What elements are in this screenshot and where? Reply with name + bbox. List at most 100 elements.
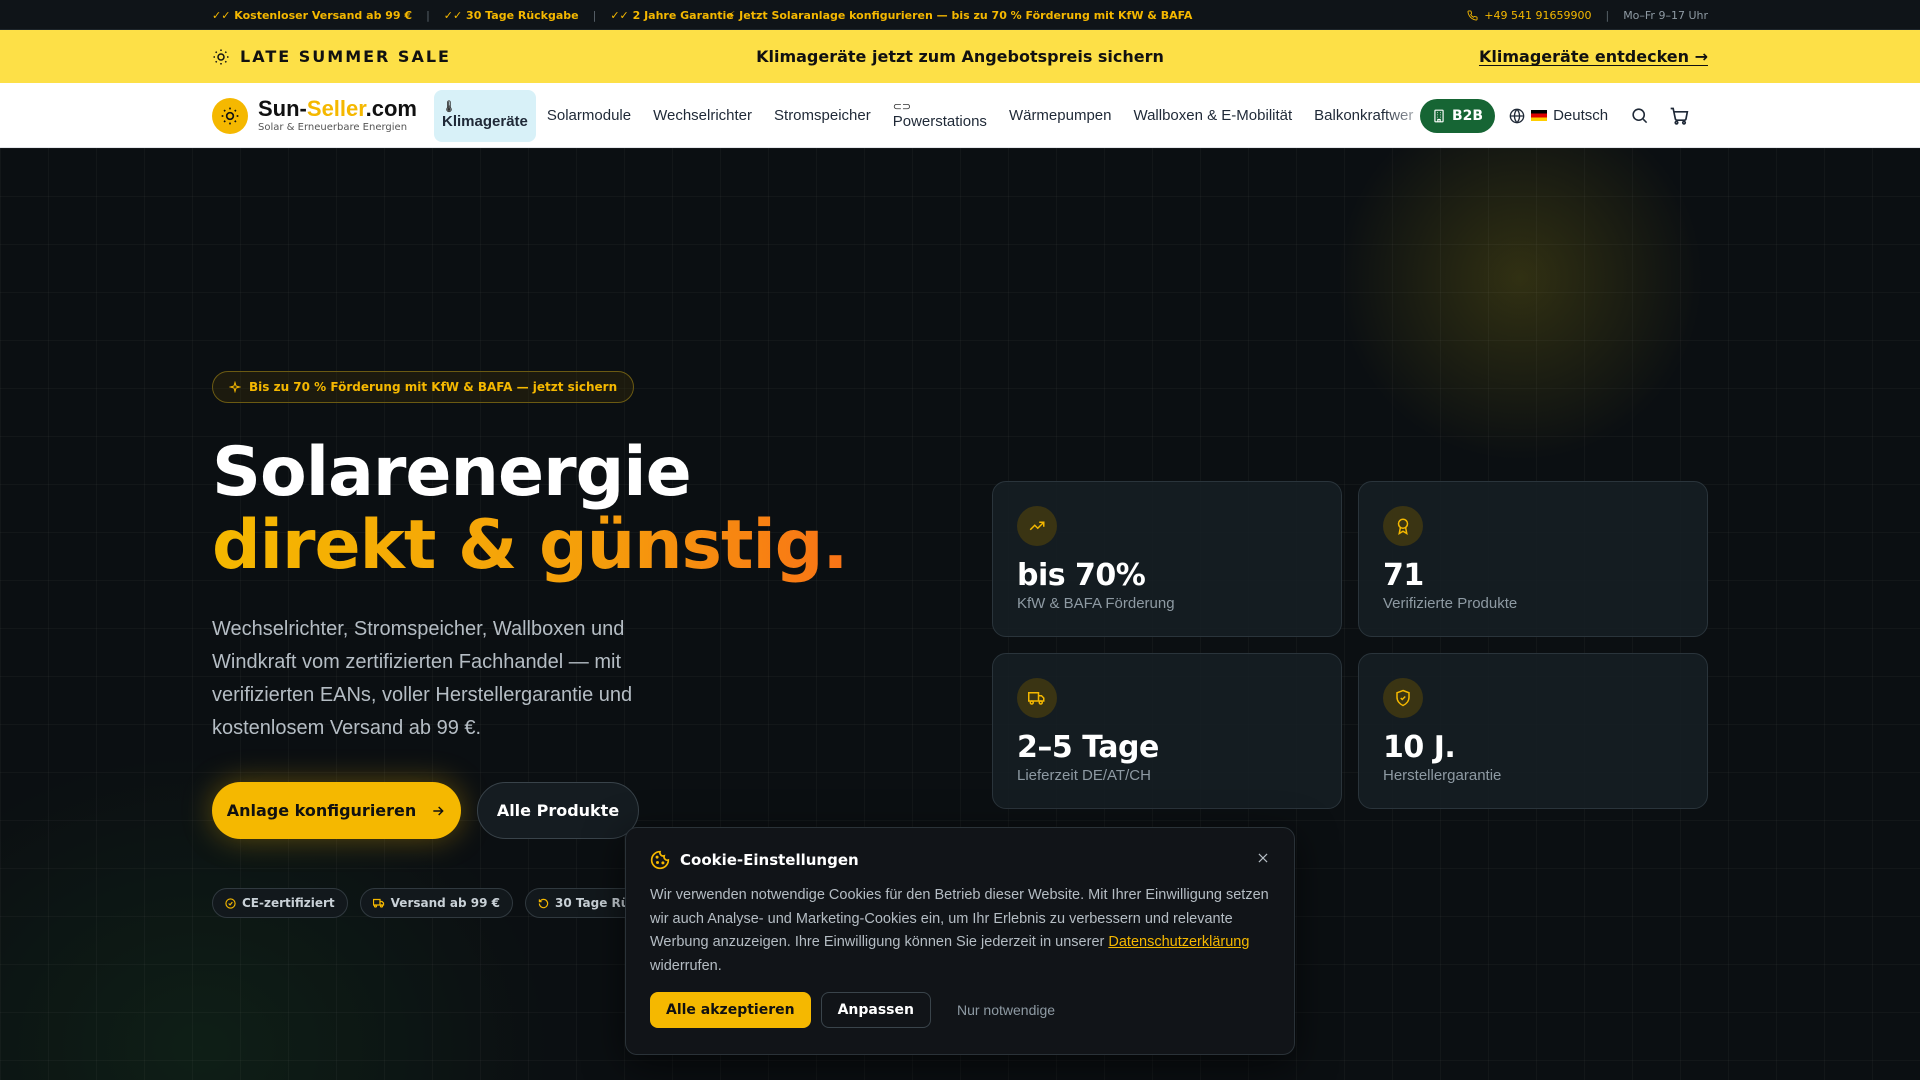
perk-free-shipping: ✓✓ Kostenloser Versand ab 99 € bbox=[212, 8, 413, 22]
chip-label: Versand ab 99 € bbox=[390, 896, 501, 910]
stat-value: 10 J. bbox=[1383, 730, 1456, 765]
cookie-close-button[interactable] bbox=[1256, 850, 1270, 869]
cookie-text-end: widerrufen. bbox=[650, 957, 722, 974]
top-info-bar: ✓✓ Kostenloser Versand ab 99 € | ✓✓ 30 T… bbox=[0, 0, 1920, 30]
nav-item-stromspeicher[interactable]: Stromspeicher bbox=[763, 90, 882, 142]
logo-wordmark: Sun-Seller.com bbox=[258, 98, 417, 120]
nav-item-wechselrichter[interactable]: Wechselrichter bbox=[642, 90, 763, 142]
hero-lead-text: Wechselrichter, Stromspeicher, Wallboxen… bbox=[212, 618, 633, 739]
stat-label: Verifizierte Produkte bbox=[1383, 595, 1518, 612]
cart-button[interactable] bbox=[1669, 106, 1689, 126]
cookie-dialog: Cookie-Einstellungen Wir verwenden notwe… bbox=[625, 827, 1295, 1055]
nav-item-label: Balkonkraftwerke bbox=[1314, 107, 1414, 124]
logo-name-part: .com bbox=[365, 96, 417, 121]
stat-card-products: 71 Verifizierte Produkte bbox=[1358, 481, 1708, 637]
opening-hours: Mo–Fr 9–17 Uhr bbox=[1623, 8, 1708, 22]
sun-icon bbox=[213, 49, 229, 64]
stat-card-warranty: 10 J. Herstellergarantie bbox=[1358, 653, 1708, 809]
nav-item-label: Solarmodule bbox=[546, 107, 632, 124]
sale-title: LATE SUMMER SALE bbox=[212, 47, 451, 66]
configure-system-label: Anlage konfigurieren bbox=[226, 801, 417, 820]
nav-item-klimageraete[interactable]: 🌡 Klimageräte bbox=[434, 89, 536, 142]
sun-logo-icon bbox=[212, 97, 248, 134]
cart-icon bbox=[1670, 107, 1689, 125]
chip-label: CE-zertifiziert bbox=[242, 896, 335, 910]
sale-link[interactable]: Klimageräte entdecken → bbox=[1479, 47, 1708, 66]
cookie-text: Wir verwenden notwendige Cookies für den… bbox=[650, 884, 1270, 978]
sale-banner: LATE SUMMER SALE Klimageräte jetzt zum A… bbox=[0, 30, 1920, 83]
nav-item-solarmodule[interactable]: Solarmodule bbox=[536, 90, 642, 142]
funding-badge-text: Bis zu 70 % Förderung mit KfW & BAFA — j… bbox=[249, 380, 618, 394]
award-icon bbox=[1383, 506, 1423, 546]
privacy-policy-link[interactable]: Datenschutzerklärung bbox=[1108, 934, 1249, 950]
nav-item-balkonkraftwerke[interactable]: Balkonkraftwerke bbox=[1303, 90, 1414, 142]
logo[interactable]: Sun-Seller.com Solar & Erneuerbare Energ… bbox=[212, 97, 434, 134]
main-navigation: Sun-Seller.com Solar & Erneuerbare Energ… bbox=[0, 83, 1920, 148]
funding-badge[interactable]: Bis zu 70 % Förderung mit KfW & BAFA — j… bbox=[212, 371, 635, 403]
logo-tagline: Solar & Erneuerbare Energien bbox=[258, 122, 408, 133]
truck-icon bbox=[1017, 678, 1057, 718]
rotate-icon bbox=[538, 898, 549, 908]
phone-number: +49 541 91659900 bbox=[1484, 8, 1592, 22]
nav-item-label: Stromspeicher bbox=[774, 107, 871, 124]
check-circle-icon bbox=[225, 897, 236, 909]
sparkle-icon bbox=[229, 381, 241, 393]
configure-system-button[interactable]: Anlage konfigurieren bbox=[212, 782, 461, 839]
search-icon bbox=[1632, 108, 1648, 124]
accept-all-button[interactable]: Alle akzeptieren bbox=[650, 992, 811, 1028]
separator: | bbox=[592, 8, 597, 22]
all-products-button[interactable]: Alle Produkte bbox=[477, 782, 639, 839]
nav-item-wallboxen[interactable]: Wallboxen & E-Mobilität bbox=[1122, 90, 1303, 142]
perk-warranty: ✓✓ 2 Jahre Garantie bbox=[610, 8, 734, 22]
nav-item-waermepumpen[interactable]: Wärmepumpen bbox=[998, 90, 1123, 142]
search-button[interactable] bbox=[1630, 106, 1649, 125]
separator: | bbox=[426, 8, 430, 22]
chip-shipping: Versand ab 99 € bbox=[359, 888, 514, 918]
phone-icon bbox=[1467, 9, 1478, 20]
perks-list: ✓✓ Kostenloser Versand ab 99 € | ✓✓ 30 T… bbox=[212, 9, 734, 22]
necessary-only-button[interactable]: Nur notwendige bbox=[941, 992, 1071, 1028]
hero-headline-line1: Solarenergie bbox=[212, 433, 692, 512]
nav-item-label: Wechselrichter bbox=[653, 107, 753, 124]
logo-name-part: Sun- bbox=[258, 96, 307, 121]
b2b-button[interactable]: B2B bbox=[1420, 98, 1496, 133]
close-icon bbox=[1258, 853, 1268, 863]
phone-link[interactable]: +49 541 91659900 bbox=[1467, 9, 1591, 22]
nav-item-label: Wallboxen & E-Mobilität bbox=[1133, 107, 1293, 124]
nav-item-label: Wärmepumpen bbox=[1008, 107, 1112, 124]
stat-card-delivery: 2–5 Tage Lieferzeit DE/AT/CH bbox=[992, 653, 1342, 809]
language-label: Deutsch bbox=[1553, 107, 1609, 124]
nav-menu: 🌡 Klimageräte Solarmodule Wechselrichter… bbox=[434, 83, 1414, 148]
shield-check-icon bbox=[1383, 678, 1423, 718]
link-icon: ⊂⊃ bbox=[892, 101, 912, 113]
stat-label: KfW & BAFA Förderung bbox=[1017, 595, 1175, 612]
hero-headline-line2: direkt & günstig. bbox=[212, 506, 848, 585]
truck-icon bbox=[372, 898, 384, 908]
building-icon bbox=[1434, 109, 1444, 122]
german-flag-icon bbox=[1531, 110, 1548, 121]
customize-button[interactable]: Anpassen bbox=[820, 992, 931, 1028]
chip-ce-certified: CE-zertifiziert bbox=[212, 888, 348, 918]
stat-label: Lieferzeit DE/AT/CH bbox=[1017, 767, 1151, 784]
nav-item-label: Powerstations bbox=[892, 113, 987, 130]
stat-value: 2–5 Tage bbox=[1017, 730, 1159, 765]
all-products-label: Alle Produkte bbox=[496, 801, 620, 820]
stat-value: 71 bbox=[1383, 558, 1424, 593]
trust-chips: CE-zertifiziert Versand ab 99 € 30 Tage … bbox=[212, 888, 691, 918]
thermometer-icon: 🌡 bbox=[442, 101, 456, 113]
stat-card-funding: bis 70% KfW & BAFA Förderung bbox=[992, 481, 1342, 637]
stat-label: Herstellergarantie bbox=[1383, 767, 1502, 784]
stat-value: bis 70% bbox=[1017, 558, 1146, 593]
arrow-right-icon bbox=[433, 805, 445, 816]
b2b-label: B2B bbox=[1452, 107, 1484, 124]
globe-icon bbox=[1509, 108, 1525, 123]
logo-name-highlight: Seller bbox=[306, 96, 366, 121]
cookie-icon bbox=[650, 850, 670, 870]
separator: | bbox=[1605, 8, 1610, 22]
sale-title-text: LATE SUMMER SALE bbox=[240, 47, 451, 66]
language-selector[interactable]: Deutsch bbox=[1509, 107, 1608, 124]
stats-grid: bis 70% KfW & BAFA Förderung 71 Verifizi… bbox=[992, 481, 1708, 809]
nav-item-powerstations[interactable]: ⊂⊃ Powerstations bbox=[882, 90, 998, 142]
trending-up-icon bbox=[1017, 506, 1057, 546]
perk-returns: ✓✓ 30 Tage Rückgabe bbox=[443, 8, 579, 22]
